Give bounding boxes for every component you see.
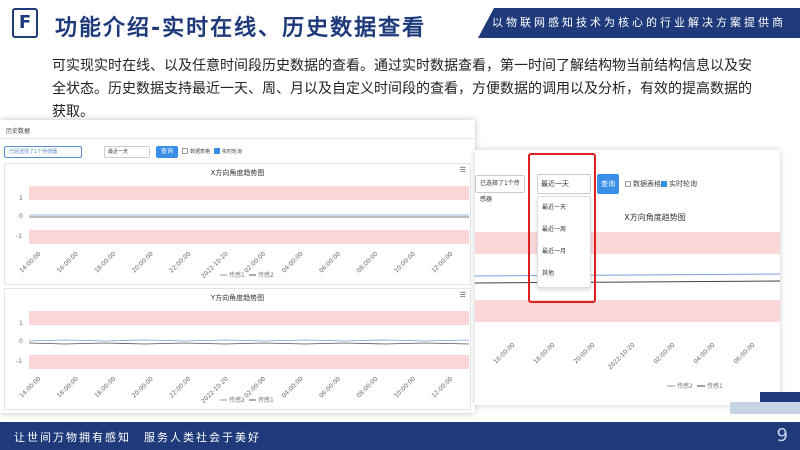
legend-label-a: 传感1 — [229, 271, 245, 279]
corner-decoration — [760, 392, 800, 402]
y-tick: 0 — [19, 338, 23, 345]
y-angle-chart: Y方向角度趋势图 ☰ 1 0 -1 14:00:00 16:00:00 18:00:… — [4, 288, 471, 410]
legend-label-b: 传感1 — [258, 396, 274, 404]
x-tick: 2022-10-20 — [200, 375, 230, 405]
table-checkbox-label: 数据表格 — [190, 149, 211, 155]
sensor-select-input[interactable]: 已经选择了1个传感器 — [4, 146, 82, 158]
x-angle-chart: X方向角度趋势图 ☰ 1 0 -1 14:00:00 16:00:00 18:00:… — [4, 163, 471, 285]
page-title: 功能介绍-实时在线、历史数据查看 — [55, 16, 427, 41]
intro-text: 可实现实时在线、以及任意时间段历史数据的查看。通过实时数据查看，第一时间了解结构… — [52, 58, 752, 120]
x-tick: 04:00:00 — [692, 341, 716, 365]
x-tick: 04:00:00 — [281, 375, 305, 399]
series-line-1 — [475, 273, 780, 277]
x-tick: 10:00:00 — [393, 250, 417, 274]
highlight-box — [528, 153, 596, 303]
y-tick: 0 — [19, 213, 23, 220]
x-tick: 02:00:00 — [243, 250, 267, 274]
series-line-1 — [28, 339, 470, 342]
x-tick: 06:00:00 — [318, 250, 342, 274]
y-tick: -1 — [16, 358, 22, 365]
x-tick: 18:00:00 — [93, 375, 117, 399]
divider — [0, 138, 475, 139]
x-tick: 22:00:00 — [168, 250, 192, 274]
x-tick: 2022-10-20 — [200, 250, 230, 280]
zoom-chart-svg: 16:00:00 18:00:00 20:00:00 2022-10-20 02:00:… — [475, 232, 780, 390]
checkbox-checked-icon — [214, 148, 220, 154]
x-tick: 16:00:00 — [56, 375, 80, 399]
realtime-checkbox[interactable]: 实时轮询 — [214, 146, 242, 158]
y-angle-chart-svg: 1 0 -1 14:00:00 16:00:00 18:00:00 20:00:00 2… — [16, 311, 470, 405]
history-data-screenshot: 历史数据 已经选择了1个传感器 最近一天 查询 数据表格 实时轮询 X方向角度趋… — [0, 120, 475, 413]
x-tick: 10:00:00 — [393, 375, 417, 399]
x-tick: 06:00:00 — [732, 341, 756, 365]
dropdown-zoom-screenshot: 已选择了1个传感器 最近一天 查询 数据表格 实时轮询 X方向角度趋势图 16:… — [475, 150, 780, 405]
legend-label-b: 传感2 — [258, 271, 274, 279]
corner-decoration-light — [730, 402, 800, 414]
x-tick: 18:00:00 — [93, 250, 117, 274]
y-tick: -1 — [16, 233, 22, 240]
header-banner: 以物联网感知技术为核心的行业解决方案提供商 — [478, 8, 800, 38]
x-tick: 2022-10-20 — [607, 341, 637, 371]
alarm-band-top — [475, 232, 780, 254]
alarm-band-bottom — [475, 300, 780, 322]
alarm-band-top — [29, 311, 469, 325]
x-tick: 06:00:00 — [318, 375, 342, 399]
x-tick: 18:00:00 — [532, 341, 556, 365]
checkbox-icon — [182, 148, 188, 154]
x-tick: 02:00:00 — [652, 341, 676, 365]
x-tick: 20:00:00 — [131, 375, 155, 399]
x-tick: 14:00:00 — [18, 250, 42, 274]
y-tick: 1 — [19, 195, 23, 202]
legend-label-a: 传感2 — [229, 396, 245, 404]
x-tick: 20:00:00 — [131, 250, 155, 274]
alarm-band-top — [29, 186, 469, 200]
x-tick: 04:00:00 — [281, 250, 305, 274]
screen-title: 历史数据 — [6, 128, 31, 135]
x-tick: 12:00:00 — [430, 375, 454, 399]
table-checkbox[interactable]: 数据表格 — [182, 146, 210, 158]
period-select[interactable]: 最近一天 — [104, 146, 150, 158]
x-tick: 14:00:00 — [18, 375, 42, 399]
x-tick: 16:00:00 — [492, 341, 516, 365]
x-tick: 16:00:00 — [56, 250, 80, 274]
realtime-checkbox-label: 实时轮询 — [222, 149, 243, 155]
x-tick: 02:00:00 — [243, 375, 267, 399]
x-tick: 20:00:00 — [572, 341, 596, 365]
footer-slogan: 让世间万物拥有感知 服务人类社会于美好 — [14, 431, 261, 444]
x-tick: 12:00:00 — [430, 250, 454, 274]
series-line-2 — [475, 280, 780, 284]
legend-label-b: 传感1 — [707, 382, 723, 390]
alarm-band-bottom — [29, 355, 469, 369]
x-angle-chart-svg: 1 0 -1 14:00:00 16:00:00 18:00:00 20:00:00 2… — [16, 186, 469, 280]
page-number: 9 — [776, 425, 788, 446]
footer: 让世间万物拥有感知 服务人类社会于美好 9 — [0, 422, 800, 450]
query-button[interactable]: 查询 — [156, 146, 178, 158]
header: F 功能介绍-实时在线、历史数据查看 以物联网感知技术为核心的行业解决方案提供商 — [0, 0, 800, 48]
x-tick: 22:00:00 — [168, 375, 192, 399]
x-tick-group: 16:00:00 18:00:00 20:00:00 2022-10-20 02:00:… — [492, 341, 756, 371]
x-tick: 08:00:00 — [355, 250, 379, 274]
y-tick: 1 — [19, 320, 23, 327]
legend-label-a: 传感2 — [677, 382, 693, 390]
series-line-2 — [28, 342, 470, 345]
brand-logo: F — [12, 8, 38, 38]
alarm-band-bottom — [29, 230, 469, 244]
x-tick: 08:00:00 — [355, 375, 379, 399]
